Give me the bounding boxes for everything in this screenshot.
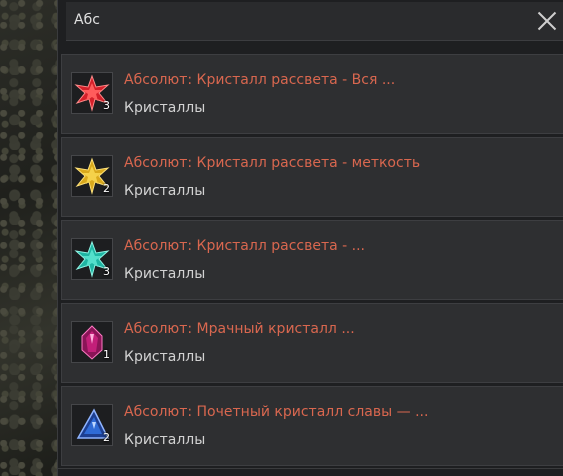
- search-input[interactable]: Абс: [74, 12, 100, 28]
- item-category: Кристаллы: [124, 349, 206, 365]
- close-icon[interactable]: [537, 11, 557, 31]
- item-category: Кристаллы: [124, 432, 206, 448]
- search-bar[interactable]: Абс: [66, 2, 563, 41]
- result-item[interactable]: 3 Абсолют: Кристалл рассвета - ... Крист…: [61, 220, 563, 300]
- item-name: Абсолют: Мрачный кристалл ...: [124, 321, 355, 337]
- result-item[interactable]: 1 Абсолют: Мрачный кристалл ... Кристалл…: [61, 303, 563, 383]
- quantity-badge: 3: [103, 265, 110, 278]
- red-star-crystal-icon: 3: [71, 72, 113, 114]
- item-name: Абсолют: Почетный кристалл славы — ...: [124, 404, 429, 420]
- search-results-list: 3 Абсолют: Кристалл рассвета - Вся ... К…: [61, 54, 563, 469]
- item-name: Абсолют: Кристалл рассвета - меткость: [124, 155, 421, 171]
- result-item[interactable]: 2 Абсолют: Почетный кристалл славы — ...…: [61, 386, 563, 466]
- divider: [57, 468, 563, 469]
- item-category: Кристаллы: [124, 183, 206, 199]
- quantity-badge: 1: [103, 348, 110, 361]
- result-item[interactable]: 3 Абсолют: Кристалл рассвета - Вся ... К…: [61, 54, 563, 134]
- game-world-background: [0, 0, 57, 476]
- gold-star-crystal-icon: 2: [71, 155, 113, 197]
- item-name: Абсолют: Кристалл рассвета - ...: [124, 238, 365, 254]
- item-name: Абсолют: Кристалл рассвета - Вся ...: [124, 72, 396, 88]
- result-item[interactable]: 2 Абсолют: Кристалл рассвета - меткость …: [61, 137, 563, 217]
- item-category: Кристаллы: [124, 266, 206, 282]
- item-category: Кристаллы: [124, 100, 206, 116]
- blue-triangle-crystal-icon: 2: [71, 404, 113, 446]
- quantity-badge: 2: [103, 431, 110, 444]
- dark-pink-crystal-icon: 1: [71, 321, 113, 363]
- quantity-badge: 2: [103, 182, 110, 195]
- teal-star-crystal-icon: 3: [71, 238, 113, 280]
- quantity-badge: 3: [103, 99, 110, 112]
